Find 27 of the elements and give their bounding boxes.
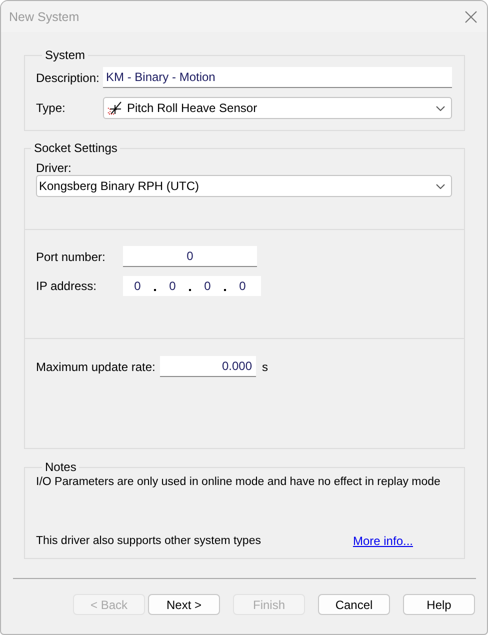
port-number-label: Port number: [36, 250, 106, 264]
driver-label: Driver: [36, 161, 72, 175]
max-update-rate-label: Maximum update rate: [36, 360, 156, 374]
group-title: Socket Settings [33, 141, 118, 155]
notes-text: I/O Parameters are only used in online mode and have no effect in replay mode [36, 475, 442, 489]
supports-text: This driver also supports other system types [36, 534, 261, 548]
max-update-rate-field[interactable]: 0.000 [160, 356, 256, 377]
type-dropdown[interactable]: Pitch Roll Heave Sensor [103, 97, 452, 119]
dialog-button[interactable]: Cancel [318, 594, 390, 615]
unit-label: s [262, 360, 268, 374]
group-title: Notes [44, 460, 78, 474]
driver-dropdown[interactable]: Kongsberg Binary RPH (UTC) [36, 175, 452, 197]
description-label: Description: [36, 70, 100, 84]
window-title: New System [9, 10, 80, 24]
sensor-icon [107, 101, 123, 115]
chevron-down-icon [436, 184, 445, 188]
type-label: Type: [36, 101, 66, 115]
more-info-link[interactable]: More info... [352, 534, 413, 548]
chevron-down-icon [436, 106, 445, 110]
dialog-button[interactable]: Next > [148, 594, 220, 615]
dialog-button[interactable]: Help [403, 594, 475, 615]
group-title: System [44, 48, 86, 62]
ip-address-field[interactable]: 0 0 0 0 [123, 276, 261, 296]
ip-address-label: IP address: [36, 279, 98, 293]
port-number-field[interactable]: 0 [123, 246, 257, 267]
description-field[interactable]: KM - Binary - Motion [103, 67, 452, 88]
close-icon[interactable] [465, 10, 477, 22]
